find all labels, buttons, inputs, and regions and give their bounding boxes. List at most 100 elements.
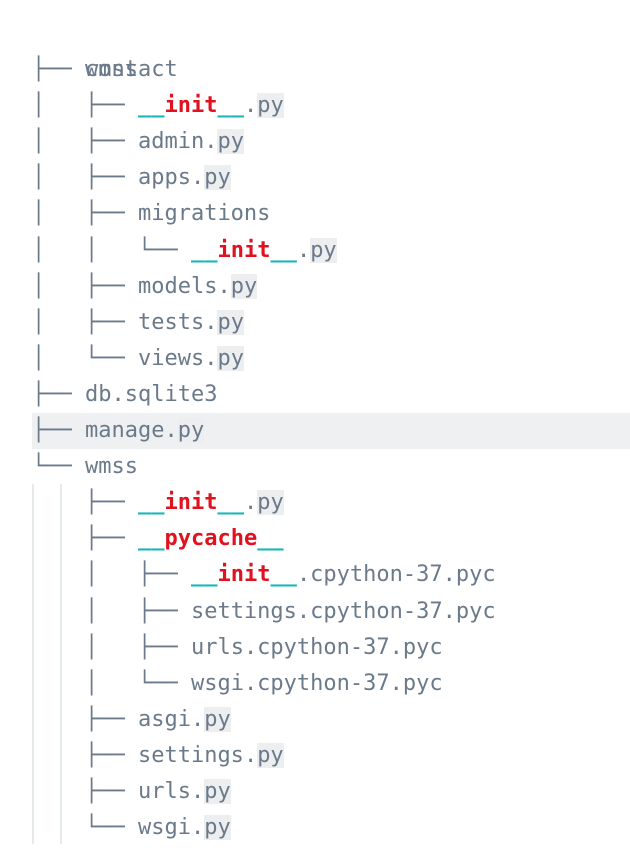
dunder-underscores: __ (137, 490, 165, 516)
dunder-underscores: __ (190, 562, 218, 588)
file-entry[interactable]: │ ├── urls.cpython-37.pyc (32, 630, 443, 666)
tree-root[interactable]: wmss (32, 16, 138, 82)
file-entry[interactable]: ├── settings.py (32, 738, 284, 774)
file-entry[interactable]: │ │ └── __init__.py (32, 233, 337, 269)
tree-connector: ├── (32, 381, 85, 407)
entry-name: urls (137, 779, 191, 804)
dunder-underscores: __ (217, 490, 244, 516)
entry-name: settings (137, 742, 244, 768)
file-entry[interactable]: │ └── wsgi.cpython-37.pyc (32, 666, 443, 702)
py-extension-highlight: py (230, 273, 258, 299)
py-extension-highlight: py (204, 706, 231, 732)
entry-name: wsgi (137, 815, 191, 841)
dunder-underscores: __ (270, 562, 297, 588)
file-entry[interactable]: ├── __init__.py (32, 485, 284, 521)
tree-connector: ├── (32, 57, 85, 82)
tree-connector: ├── (32, 706, 138, 732)
tree-connector: │ ├── (32, 309, 138, 335)
py-extension-highlight: py (217, 309, 244, 335)
file-entry[interactable]: │ ├── admin.py (32, 124, 244, 160)
entry-name: tests (137, 309, 205, 335)
dunder-underscores: __ (217, 93, 244, 119)
entry-name: admin (137, 129, 205, 155)
folder-entry[interactable]: │ ├── migrations (32, 196, 270, 232)
py-extension-highlight: py (257, 742, 284, 768)
entry-name: wmss (84, 454, 138, 480)
folder-entry[interactable]: └── wmss (32, 449, 138, 485)
py-extension-highlight: py (257, 93, 284, 119)
entry-name: migrations (137, 201, 271, 227)
file-extension: .py (164, 418, 205, 443)
file-entry[interactable]: │ └── views.py (32, 341, 244, 377)
tree-connector: │ ├── (32, 129, 138, 155)
tree-connector: │ ├── (32, 634, 191, 660)
file-entry[interactable]: ├── manage.py (32, 413, 630, 449)
file-extension: .cpython-37.pyc (243, 670, 443, 696)
py-extension-highlight: py (310, 237, 337, 263)
dunder-underscores: __ (137, 526, 165, 552)
file-tree: wmss ├── contact │ ├── __init__.py │ ├── a… (0, 0, 630, 858)
file-entry[interactable]: │ ├── tests.py (32, 305, 244, 341)
file-extension: .py (190, 165, 231, 191)
dunder-underscores: __ (257, 526, 284, 552)
py-extension-highlight: py (217, 345, 244, 371)
file-entry[interactable]: ├── urls.py (32, 774, 231, 810)
file-extension: .cpython-37.pyc (296, 598, 496, 624)
tree-connector: │ ├── (32, 273, 138, 299)
entry-name: manage (84, 418, 165, 443)
file-entry[interactable]: ├── asgi.py (32, 702, 231, 738)
file-extension: .py (204, 129, 244, 155)
py-extension-highlight: py (177, 418, 205, 443)
folder-entry[interactable]: ├── __pycache__ (32, 521, 284, 557)
file-entry[interactable]: │ ├── __init__.cpython-37.pyc (32, 557, 496, 593)
file-extension: .cpython-37.pyc (296, 562, 496, 588)
file-entry[interactable]: └── wsgi.py (32, 810, 231, 846)
py-extension-highlight: py (204, 779, 231, 804)
file-extension: .py (190, 779, 231, 804)
entry-name: init (217, 562, 271, 588)
file-extension: .py (190, 706, 231, 732)
file-extension: .cpython-37.pyc (243, 634, 443, 660)
folder-entry[interactable]: ├── contact (32, 52, 178, 88)
py-extension-highlight: py (204, 815, 231, 841)
tree-connector: └── (32, 454, 85, 480)
entry-name: pycache (164, 526, 258, 552)
file-extension: .py (296, 237, 337, 263)
entry-name: apps (137, 165, 191, 191)
file-extension: .py (190, 815, 231, 841)
folder-entry[interactable]: ├── db.sqlite3 (32, 377, 217, 413)
entry-name: init (164, 93, 218, 119)
py-extension-highlight: py (204, 165, 231, 191)
tree-connector: └── (32, 815, 138, 841)
tree-connector: │ ├── (32, 201, 138, 227)
entry-name: urls (190, 634, 244, 660)
file-extension: .py (204, 345, 244, 371)
entry-name: db.sqlite3 (84, 381, 218, 407)
dunder-underscores: __ (190, 237, 218, 263)
file-entry[interactable]: │ ├── settings.cpython-37.pyc (32, 594, 496, 630)
tree-connector: │ ├── (32, 598, 191, 624)
file-extension: .py (243, 490, 284, 516)
tree-connector: ├── (32, 490, 138, 516)
entry-name: init (164, 490, 218, 516)
file-extension: .py (217, 273, 258, 299)
file-entry[interactable]: │ ├── models.py (32, 269, 258, 305)
entry-name: views (137, 345, 205, 371)
file-entry[interactable]: │ ├── apps.py (32, 160, 231, 196)
tree-connector: ├── (32, 779, 138, 804)
file-extension: .py (204, 309, 244, 335)
tree-connector: ├── (32, 526, 138, 552)
dunder-underscores: __ (137, 93, 165, 119)
tree-connector: │ ├── (32, 165, 138, 191)
py-extension-highlight: py (217, 129, 244, 155)
file-extension: .py (243, 742, 284, 768)
file-extension: .py (243, 93, 284, 119)
entry-name: contact (84, 57, 178, 82)
tree-connector: ├── (32, 742, 138, 768)
tree-connector: │ │ └── (32, 237, 191, 263)
entry-name: wsgi (190, 670, 244, 696)
tree-connector: ├── (32, 418, 85, 443)
tree-connector: │ ├── (32, 93, 138, 119)
file-entry[interactable]: │ ├── __init__.py (32, 88, 284, 124)
entry-name: asgi (137, 706, 191, 732)
